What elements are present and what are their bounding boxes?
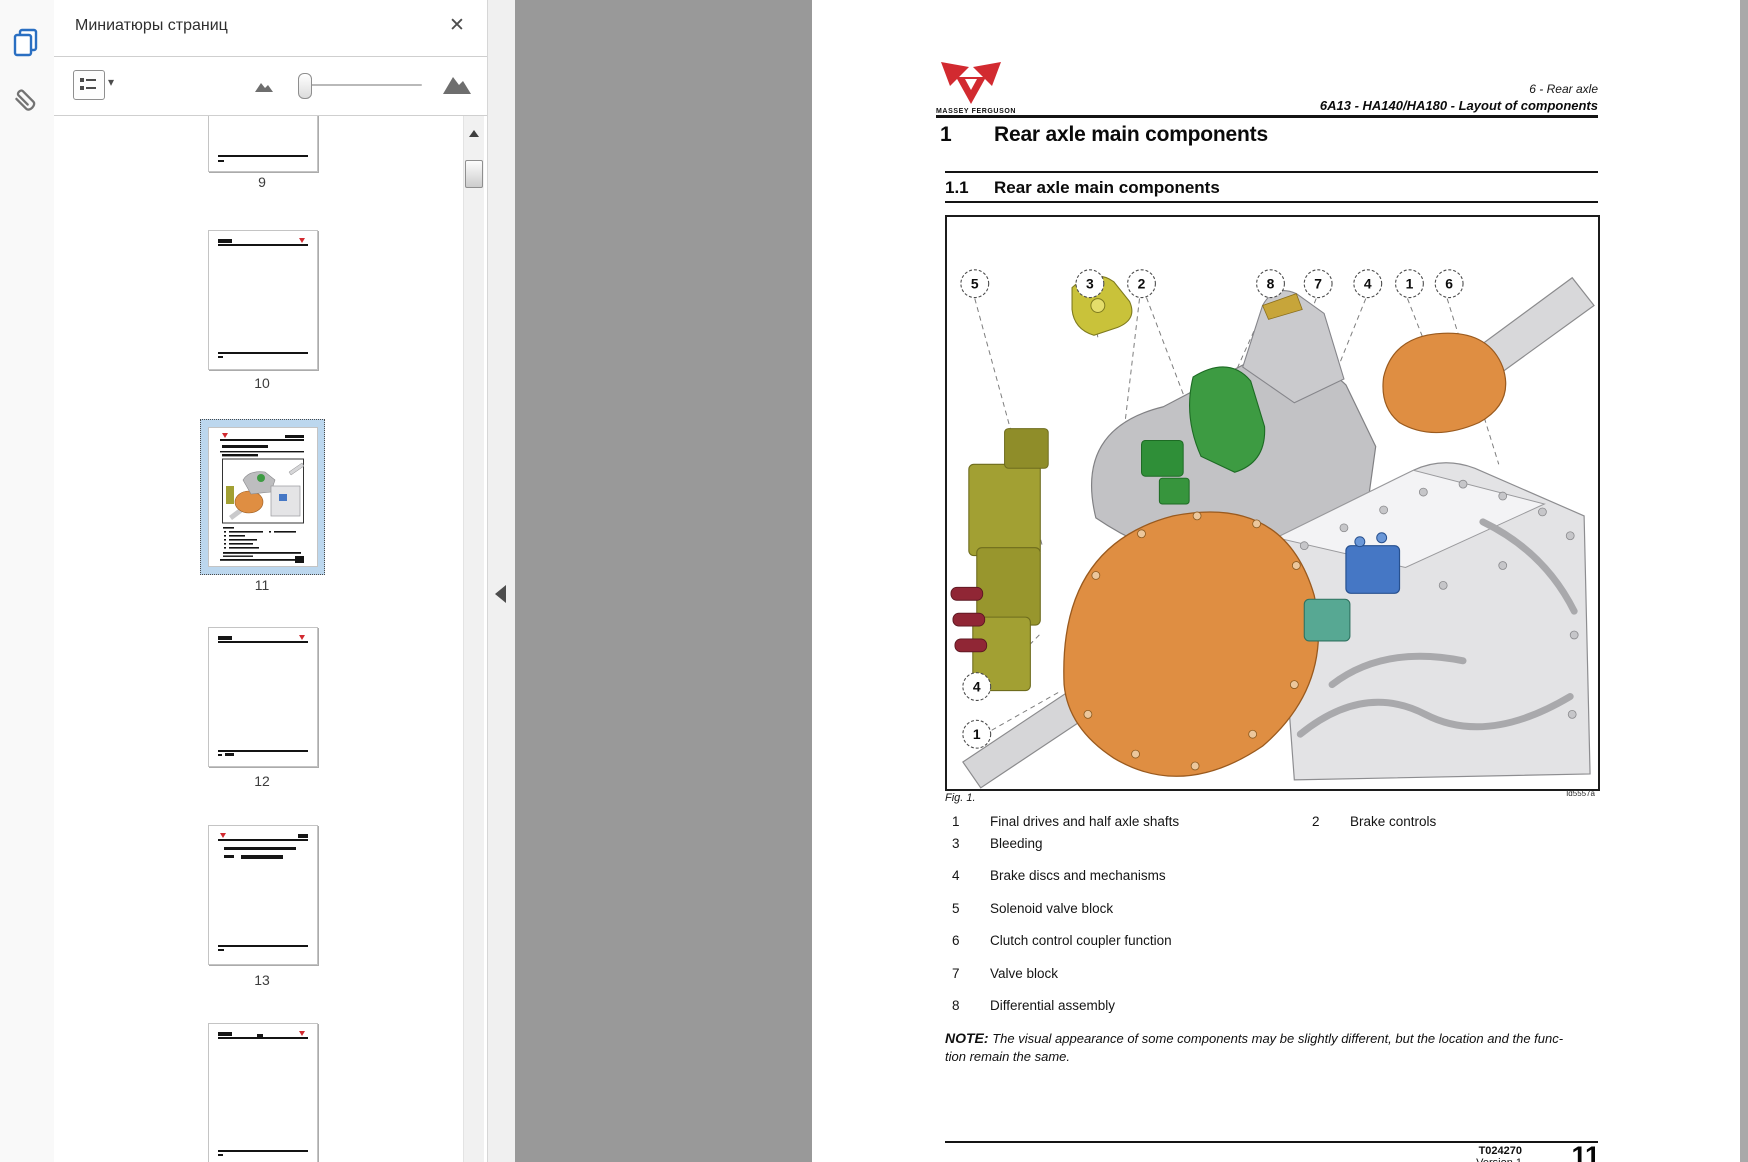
thumbnail-page-13[interactable] xyxy=(208,825,318,965)
header-rule xyxy=(936,115,1598,118)
running-header-section: 6A13 - HA140/HA180 - Layout of component… xyxy=(1320,98,1598,113)
note-paragraph-line2: tion remain the same. xyxy=(945,1049,1070,1064)
legend-item: 4Brake discs and mechanisms xyxy=(952,868,1166,883)
thumbnail-page-11 xyxy=(208,427,318,567)
thumbnails-panel: Миниатюры страниц ✕ ▾ xyxy=(54,0,487,1162)
section-title: Rear axle main components xyxy=(994,123,1268,147)
thumbnail-page-11-selected[interactable] xyxy=(200,419,325,575)
mini-page-11-preview xyxy=(209,428,315,564)
chevron-down-icon[interactable]: ▾ xyxy=(108,75,114,89)
footer-doc-code: T024270 xyxy=(1479,1145,1522,1157)
thumbnail-label: 9 xyxy=(208,174,316,190)
thumbnails-toolbar: ▾ xyxy=(54,57,487,116)
svg-text:3: 3 xyxy=(1086,276,1094,292)
final-drive-housing xyxy=(1064,512,1319,776)
footer-version: Version 1 xyxy=(1476,1157,1522,1162)
document-page: MASSEY FERGUSON 6 - Rear axle 6A13 - HA1… xyxy=(812,0,1740,1162)
close-icon[interactable]: ✕ xyxy=(444,13,470,39)
legend-item: 5Solenoid valve block xyxy=(952,901,1113,916)
svg-text:4: 4 xyxy=(973,679,981,695)
figure-callouts-left: 4 1 xyxy=(963,673,991,748)
left-tool-rail xyxy=(0,0,55,1162)
collapse-panel-icon[interactable] xyxy=(495,585,506,603)
thumbnail-page-12[interactable] xyxy=(208,627,318,767)
figure-frame: 5 3 2 8 7 4 1 6 xyxy=(945,215,1600,791)
figure-callouts-top: 5 3 2 8 7 4 1 6 xyxy=(961,270,1463,298)
thumbnail-size-slider-knob[interactable] xyxy=(298,73,312,99)
brand-text: MASSEY FERGUSON xyxy=(936,108,1016,115)
figure-id-code: Id5557a xyxy=(1566,789,1595,798)
massey-ferguson-logo xyxy=(938,62,1004,106)
panel-title: Миниатюры страниц xyxy=(75,17,228,35)
mini-mf-logo xyxy=(299,1031,305,1036)
mini-footer-rule xyxy=(218,155,308,157)
svg-text:1: 1 xyxy=(973,726,981,742)
attachments-panel-button[interactable] xyxy=(10,84,44,118)
subsection-title: Rear axle main components xyxy=(994,178,1220,198)
running-header-chapter: 6 - Rear axle xyxy=(1529,82,1598,96)
sidebar-scrollbar[interactable] xyxy=(463,116,484,1162)
scroll-up-arrow-icon[interactable] xyxy=(469,130,479,137)
thumbnail-label: 12 xyxy=(208,773,316,789)
rule xyxy=(945,171,1598,173)
thumbnail-label: 13 xyxy=(208,972,316,988)
thumbnail-label: 10 xyxy=(208,375,316,391)
svg-text:5: 5 xyxy=(971,276,979,292)
mini-mf-logo xyxy=(299,238,305,243)
sidebar-scrollbar-thumb[interactable] xyxy=(465,160,483,188)
list-options-icon xyxy=(74,71,102,97)
mini-mf-logo xyxy=(299,635,305,640)
footer-rule xyxy=(945,1141,1598,1143)
svg-text:4: 4 xyxy=(1364,276,1372,292)
valve-block xyxy=(1346,546,1400,594)
legend-item: 7Valve block xyxy=(952,966,1058,981)
clutch-coupler xyxy=(1304,599,1350,641)
thumbnail-label: 11 xyxy=(208,577,316,593)
panel-header: Миниатюры страниц ✕ xyxy=(54,0,487,57)
subsection-number: 1.1 xyxy=(945,178,969,198)
note-paragraph: NOTE: The visual appearance of some comp… xyxy=(945,1030,1563,1046)
large-mountain-icon[interactable] xyxy=(442,73,472,95)
rear-axle-illustration: 5 3 2 8 7 4 1 6 xyxy=(947,217,1598,789)
panel-divider[interactable] xyxy=(487,0,516,1162)
legend-item: 2Brake controls xyxy=(1312,814,1436,829)
svg-text:1: 1 xyxy=(1406,276,1414,292)
thumbnail-list: 9 10 xyxy=(54,116,457,1162)
document-scrollbar[interactable] xyxy=(1740,0,1748,1162)
document-pane: MASSEY FERGUSON 6 - Rear axle 6A13 - HA1… xyxy=(515,0,1748,1162)
options-button[interactable] xyxy=(73,70,105,100)
thumbnail-page-10[interactable] xyxy=(208,230,318,370)
coupler-housing xyxy=(1383,333,1506,432)
figure-caption: Fig. 1. xyxy=(945,792,976,804)
pdf-viewer-window: Миниатюры страниц ✕ ▾ xyxy=(0,0,1748,1162)
small-mountain-icon[interactable] xyxy=(254,79,274,93)
svg-text:8: 8 xyxy=(1267,276,1275,292)
legend-item: 3Bleeding xyxy=(952,836,1043,851)
legend-item: 1Final drives and half axle shafts xyxy=(952,814,1179,829)
legend-item: 8Differential assembly xyxy=(952,998,1115,1013)
thumbnail-size-slider-track[interactable] xyxy=(300,84,422,86)
brake-solenoids xyxy=(951,587,987,652)
svg-text:2: 2 xyxy=(1138,276,1146,292)
thumbnail-page-14[interactable] xyxy=(208,1023,318,1162)
page-thumbnails-panel-button[interactable] xyxy=(10,26,44,60)
mini-mf-logo xyxy=(220,833,226,838)
legend-item: 6Clutch control coupler function xyxy=(952,933,1172,948)
thumbnail-page-9[interactable] xyxy=(208,116,318,172)
paperclip-icon xyxy=(10,84,44,118)
rule xyxy=(945,201,1598,203)
svg-text:6: 6 xyxy=(1445,276,1453,292)
footer-page-number: 11 xyxy=(1571,1141,1600,1162)
section-number: 1 xyxy=(940,123,951,147)
svg-text:7: 7 xyxy=(1314,276,1322,292)
note-label: NOTE: xyxy=(945,1030,989,1046)
pages-icon xyxy=(10,26,44,60)
